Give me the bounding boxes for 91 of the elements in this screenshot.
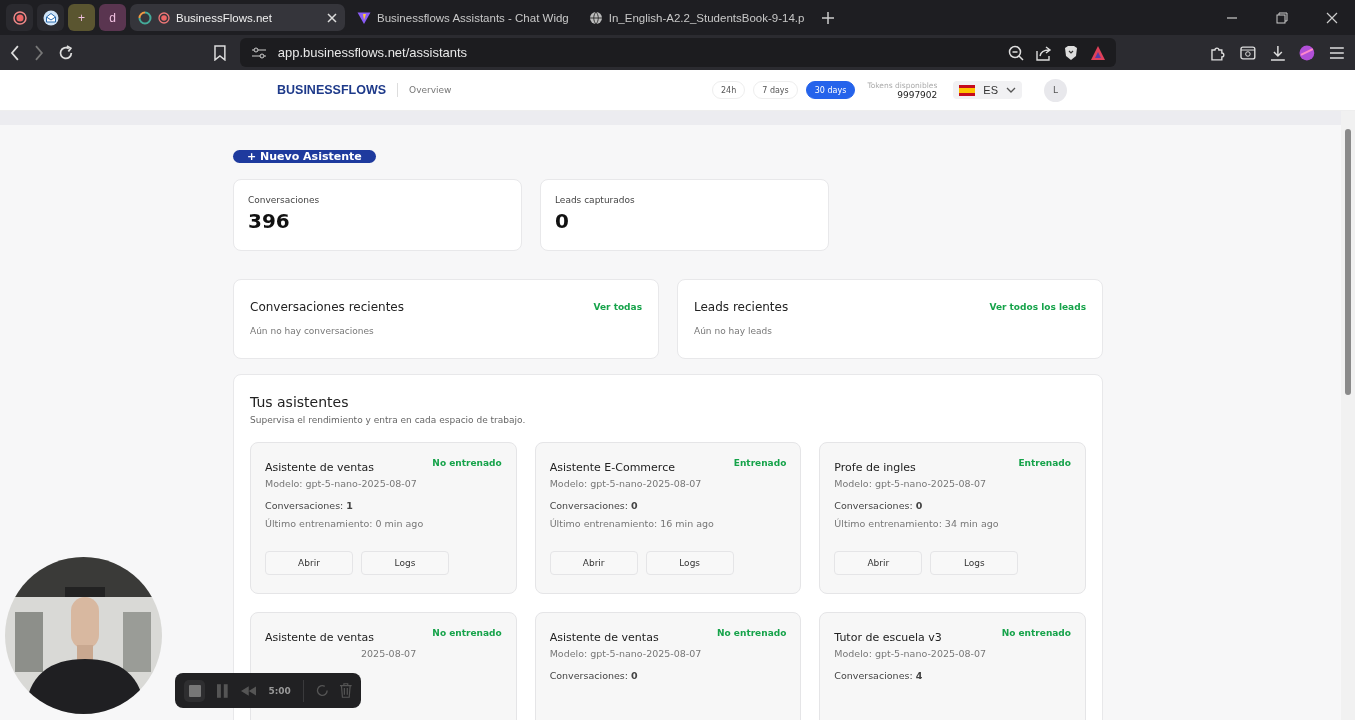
- card-action-button[interactable]: Abrir: [265, 551, 353, 575]
- conversation-count: Conversaciones: 0: [549, 670, 639, 681]
- assistant-name: Profe de ingles: [834, 461, 916, 474]
- empty-message: Aún no hay leads: [694, 326, 773, 336]
- spinner-icon: [138, 10, 152, 25]
- card-action-button[interactable]: Abrir: [834, 551, 923, 575]
- forward-icon[interactable]: [33, 44, 44, 61]
- last-training-text: Último entrenamiento: 16 min ago: [549, 518, 715, 529]
- language-select[interactable]: ES: [953, 81, 1022, 99]
- empty-message: Aún no hay conversaciones: [250, 326, 375, 336]
- last-training-text: Último entrenamiento: 34 min ago: [834, 518, 1000, 529]
- assistant-name: Asistente de ventas: [265, 631, 374, 644]
- lion-shield-icon[interactable]: [1064, 44, 1079, 61]
- restart-icon[interactable]: [315, 684, 329, 697]
- assistant-name: Asistente E-Commerce: [549, 461, 675, 474]
- model-text: Modelo: gpt-5-nano-2025-08-07: [834, 648, 988, 659]
- record-icon: [12, 10, 27, 25]
- pinned-tab[interactable]: [6, 4, 33, 31]
- stat-label: Leads capturados: [555, 195, 636, 205]
- conversation-count: Conversaciones: 4: [834, 670, 924, 681]
- scrollbar[interactable]: [1341, 111, 1355, 720]
- new-tab-icon[interactable]: [822, 11, 835, 24]
- stat-value: 0: [555, 209, 570, 233]
- panel-title: Conversaciones recientes: [250, 300, 404, 314]
- scroll-thumb[interactable]: [1345, 129, 1351, 395]
- record-icon: [158, 11, 170, 24]
- conversation-count: Conversaciones: 0: [549, 500, 639, 511]
- panel-title: Leads recientes: [694, 300, 789, 314]
- triangle-logo-icon: [357, 10, 371, 25]
- page-title: Overview: [408, 85, 452, 95]
- pinned-tab[interactable]: [37, 4, 64, 31]
- pinned-tab[interactable]: d: [99, 4, 126, 31]
- reload-icon[interactable]: [57, 44, 74, 61]
- chevron-down-icon: [1006, 87, 1016, 93]
- download-icon[interactable]: [1269, 44, 1286, 61]
- back-icon[interactable]: [10, 44, 20, 61]
- reader-icon[interactable]: [1239, 44, 1256, 61]
- avatar[interactable]: L: [1044, 78, 1067, 102]
- menu-icon[interactable]: [1329, 45, 1345, 60]
- stop-button[interactable]: [184, 679, 206, 702]
- share-icon[interactable]: [1036, 44, 1053, 61]
- flag-icon: [959, 84, 976, 96]
- status-label: No entrenado: [432, 458, 502, 468]
- timer: 5:00: [268, 685, 291, 696]
- section-title: Tus asistentes: [250, 394, 350, 410]
- close-icon[interactable]: [1326, 11, 1338, 24]
- stat-label: Conversaciones: [248, 195, 321, 205]
- browser-tab[interactable]: BusinessFlows.net: [130, 4, 345, 31]
- assistant-name: Asistente de ventas: [265, 461, 374, 474]
- model-text: Modelo: gpt-5-nano-2025-08-07: [549, 478, 703, 489]
- address-bar[interactable]: app.businessflows.net/assistants: [239, 38, 1117, 67]
- envelope-icon: [42, 9, 59, 26]
- section-subtitle: Supervisa el rendimiento y entra en cada espacio de trabajo.: [250, 415, 527, 425]
- pinned-tab[interactable]: +: [68, 4, 95, 31]
- range-button[interactable]: 7 days: [753, 81, 798, 99]
- triangle-icon[interactable]: [1090, 44, 1107, 61]
- model-text: 2025-08-07: [360, 648, 417, 659]
- card-action-button[interactable]: Abrir: [549, 551, 638, 575]
- card-action-button[interactable]: Logs: [645, 551, 734, 575]
- stop-icon: [188, 684, 201, 697]
- restore-icon[interactable]: [1276, 11, 1288, 24]
- range-button[interactable]: 24h: [712, 81, 746, 99]
- assistant-name: Tutor de escuela v3: [834, 631, 942, 644]
- browser-tab[interactable]: Businessflows Assistants - Chat Widg: [349, 4, 577, 31]
- assistant-name: Asistente de ventas: [549, 631, 659, 644]
- stat-value: 396: [248, 209, 291, 233]
- status-label: No entrenado: [432, 628, 502, 638]
- status-label: Entrenado: [1018, 458, 1071, 468]
- model-text: Modelo: gpt-5-nano-2025-08-07: [834, 478, 988, 489]
- range-button[interactable]: 30 days: [805, 81, 856, 99]
- conversation-count: Conversaciones: 0: [834, 500, 924, 511]
- logo[interactable]: BUSINESSFLOWS: [277, 83, 399, 97]
- browser-tab[interactable]: In_English-A2.2_StudentsBook-9-14.p: [580, 4, 813, 31]
- model-text: Modelo: gpt-5-nano-2025-08-07: [265, 478, 418, 489]
- status-label: No entrenado: [717, 628, 787, 638]
- extensions-icon[interactable]: [1210, 44, 1226, 61]
- site-settings-icon: [251, 46, 266, 59]
- globe-icon: [588, 10, 603, 25]
- profile-icon[interactable]: [1299, 44, 1316, 61]
- conversation-count: Conversaciones: 1: [265, 500, 354, 511]
- card-action-button[interactable]: Logs: [930, 551, 1019, 575]
- close-icon[interactable]: [327, 12, 337, 23]
- model-text: Modelo: gpt-5-nano-2025-08-07: [549, 648, 703, 659]
- card-action-button[interactable]: Logs: [361, 551, 449, 575]
- status-label: No entrenado: [1001, 628, 1071, 638]
- last-training-text: Último entrenamiento: 0 min ago: [265, 518, 425, 529]
- bookmark-icon[interactable]: [213, 44, 226, 61]
- tokens-value: 9997902: [897, 89, 938, 100]
- new-assistant-button[interactable]: + Nuevo Asistente: [233, 150, 376, 163]
- zoom-out-icon[interactable]: [1008, 44, 1025, 61]
- status-label: Entrenado: [733, 458, 787, 468]
